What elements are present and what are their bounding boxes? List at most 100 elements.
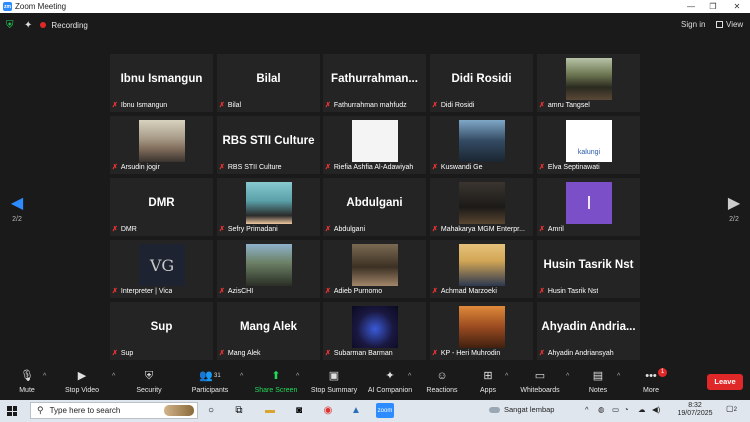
participant-tile[interactable]: ✗ Kuswandi Ge <box>430 116 533 174</box>
participant-video <box>246 182 292 224</box>
notification-center-icon[interactable]: ▢2 <box>726 404 737 413</box>
taskbar-clock[interactable]: 8:32 19/07/2025 <box>675 402 715 418</box>
participant-tile[interactable]: RBS STII Culture ✗ RBS STII Culture <box>217 116 320 174</box>
show-hidden-icons-caret[interactable]: ^ <box>585 405 589 414</box>
apps-icon: ⊞ <box>483 370 493 382</box>
participant-tile[interactable]: ✗ KP - Heri Muhrodin <box>430 302 533 360</box>
search-placeholder: Type here to search <box>49 406 121 415</box>
video-options-caret[interactable]: ^ <box>112 373 115 380</box>
cortana-icon[interactable]: ○ <box>202 403 220 418</box>
minimize-button[interactable]: — <box>680 0 702 13</box>
participants-button[interactable]: 👥31 Participants <box>189 369 231 394</box>
muted-mic-icon: ✗ <box>219 102 225 109</box>
close-button[interactable]: ✕ <box>726 0 748 13</box>
participant-display-name: RBS STII Culture <box>222 135 315 147</box>
start-button[interactable] <box>0 400 24 422</box>
participant-name-label: ✗ Fathurrahman mahfudz <box>325 100 407 110</box>
participant-video <box>352 244 398 286</box>
reactions-button[interactable]: ☺ Reactions <box>425 369 459 394</box>
cloud-sync-icon[interactable]: ☁ <box>638 405 646 414</box>
whiteboards-button[interactable]: ▭ Whiteboards <box>519 369 561 394</box>
speaker-icon[interactable]: ◀) <box>652 405 660 414</box>
recording-indicator[interactable]: Recording <box>40 21 88 30</box>
mute-button[interactable]: 🎙 Mute <box>14 369 40 394</box>
participant-tile[interactable]: ✗ AzisCHI <box>217 240 320 298</box>
participant-tile[interactable]: ✗ Achmad Marzoeki <box>430 240 533 298</box>
muted-mic-icon: ✗ <box>432 226 438 233</box>
view-button[interactable]: View <box>716 20 743 29</box>
participant-tile[interactable]: ✗ Arsudin jogir <box>110 116 213 174</box>
taskbar-search-box[interactable]: ⚲ Type here to search <box>30 402 198 419</box>
network-icon[interactable]: ◍ <box>598 405 605 414</box>
participant-name-label: ✗ Bilal <box>219 100 241 110</box>
apps-button[interactable]: ⊞ Apps <box>476 369 500 394</box>
participant-tile[interactable]: Sup ✗ Sup <box>110 302 213 360</box>
restore-button[interactable]: ❐ <box>702 0 724 13</box>
battery-icon[interactable]: ▭ <box>612 405 619 414</box>
participant-name-label: ✗ Subarman Barman <box>325 348 393 358</box>
wifi-icon[interactable]: ◔ <box>624 405 629 414</box>
previous-page-button[interactable]: ◀ 2/2 <box>9 195 25 223</box>
share-screen-button[interactable]: ⬆ Share Screen <box>254 369 298 394</box>
chrome-icon[interactable]: ◉ <box>319 403 337 418</box>
notes-button[interactable]: ▤ Notes <box>586 369 610 394</box>
participant-tile[interactable]: Bilal ✗ Bilal <box>217 54 320 112</box>
participant-tile[interactable]: kalungi ✗ Elva Septinawati <box>537 116 640 174</box>
share-options-caret[interactable]: ^ <box>296 373 299 380</box>
participant-video <box>352 120 398 162</box>
clock-date: 19/07/2025 <box>677 410 713 417</box>
task-view-icon[interactable]: ⧉ <box>230 403 248 418</box>
ai-options-caret[interactable]: ^ <box>408 373 411 380</box>
participant-tile[interactable]: Ibnu Ismangun ✗ Ibnu Ismangun <box>110 54 213 112</box>
muted-mic-icon: ✗ <box>112 164 118 171</box>
stop-video-button[interactable]: ▶ Stop Video <box>61 369 103 394</box>
participant-video <box>246 244 292 286</box>
participant-tile[interactable]: ✗ amru Tangsel <box>537 54 640 112</box>
participant-tile[interactable]: ✗ Subarman Barman <box>323 302 426 360</box>
whiteboard-icon: ▭ <box>534 370 546 382</box>
camera-app-icon[interactable]: ◙ <box>290 403 308 418</box>
participant-tile[interactable]: Fathurrahman... ✗ Fathurrahman mahfudz <box>323 54 426 112</box>
weather-widget[interactable]: Sangat lembap <box>489 405 554 414</box>
audio-options-caret[interactable]: ^ <box>43 373 46 380</box>
video-camera-icon: ▶ <box>77 370 87 382</box>
whiteboards-options-caret[interactable]: ^ <box>566 373 569 380</box>
stop-summary-button[interactable]: ▣ Stop Summary <box>310 369 358 394</box>
participant-name-label: ✗ Mahakarya MGM Enterpr... <box>432 224 525 234</box>
participant-tile[interactable]: Husin Tasrik Nst ✗ Husin Tasrik Nst <box>537 240 640 298</box>
notes-options-caret[interactable]: ^ <box>617 373 620 380</box>
participant-tile[interactable]: DMR ✗ DMR <box>110 178 213 236</box>
participant-tile[interactable]: Didi Rosidi ✗ Didi Rosidi <box>430 54 533 112</box>
participant-tile[interactable]: Ahyadin Andria... ✗ Ahyadin Andriansyah <box>537 302 640 360</box>
participant-tile[interactable]: Mang Alek ✗ Mang Alek <box>217 302 320 360</box>
leave-button[interactable]: Leave <box>707 374 743 390</box>
muted-mic-icon: ✗ <box>539 226 545 233</box>
participant-tile[interactable]: I ✗ Amril <box>537 178 640 236</box>
muted-mic-icon: ✗ <box>539 102 545 109</box>
ai-companion-button[interactable]: ✦ AI Companion <box>366 369 414 394</box>
shield-icon[interactable]: ⛨ <box>6 20 18 31</box>
participants-options-caret[interactable]: ^ <box>240 373 243 380</box>
participant-name: Kuswandi Ge <box>440 163 483 171</box>
participant-tile[interactable]: ✗ Adieb Purnomo <box>323 240 426 298</box>
window-titlebar: zm Zoom Meeting — ❐ ✕ <box>0 0 750 13</box>
participant-tile[interactable]: VG ✗ Interpreter | Vica <box>110 240 213 298</box>
zoom-taskbar-icon[interactable]: zoom <box>376 403 394 418</box>
security-button[interactable]: ⛨ Security <box>133 369 165 394</box>
participant-tile[interactable]: ✗ Sefry Primadani <box>217 178 320 236</box>
file-explorer-icon[interactable]: ▬ <box>261 403 279 418</box>
participant-video <box>139 120 185 162</box>
participant-tile[interactable]: ✗ Mahakarya MGM Enterpr... <box>430 178 533 236</box>
participant-name: Sup <box>120 349 134 357</box>
ai-companion-sparkle-icon[interactable]: ✦ <box>24 20 32 31</box>
cloud-icon <box>489 406 500 413</box>
sign-in-button[interactable]: Sign in <box>681 20 705 29</box>
next-page-button[interactable]: ▶ 2/2 <box>726 195 742 223</box>
apps-options-caret[interactable]: ^ <box>505 373 508 380</box>
photos-app-icon[interactable]: ▲ <box>347 403 365 418</box>
participant-name: AzisCHI <box>227 287 254 295</box>
participant-tile[interactable]: ✗ Riefia Ashfia Al-Adawiyah <box>323 116 426 174</box>
participant-name-label: ✗ Mang Alek <box>219 348 261 358</box>
muted-mic-icon: ✗ <box>432 288 438 295</box>
participant-tile[interactable]: Abdulgani ✗ Abdulgani <box>323 178 426 236</box>
